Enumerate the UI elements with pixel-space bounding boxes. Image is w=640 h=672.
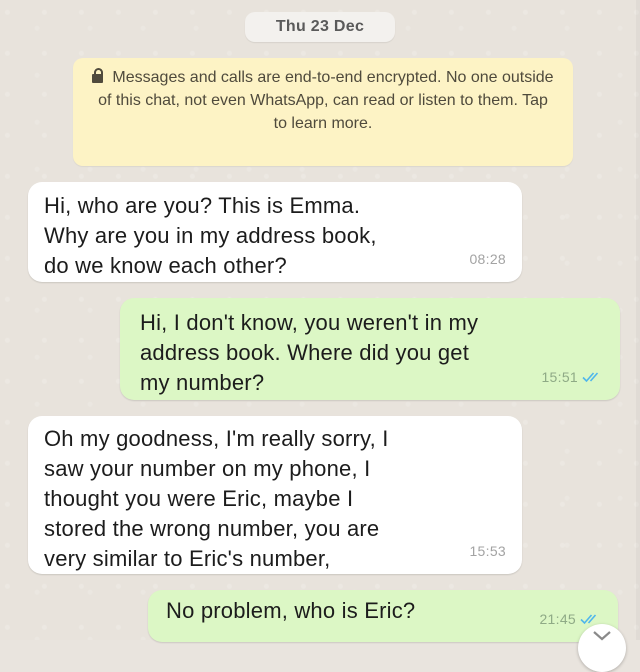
message-bubble-incoming[interactable]: Oh my goodness, I'm really sorry, I saw … — [28, 416, 522, 574]
message-time: 15:53 — [469, 543, 506, 559]
chevron-down-icon — [593, 631, 611, 641]
message-meta: 08:28 — [469, 244, 506, 274]
encryption-notice-text: Messages and calls are end-to-end encryp… — [98, 69, 554, 132]
message-text: Hi, who are you? This is Emma. Why are y… — [44, 193, 377, 278]
message-bubble-outgoing[interactable]: Hi, I don't know, you weren't in my addr… — [120, 298, 620, 400]
scrollbar-track[interactable] — [636, 0, 640, 640]
message-meta: 15:51 — [541, 362, 604, 392]
message-text: No problem, who is Eric? — [166, 598, 416, 623]
message-meta: 15:53 — [469, 536, 506, 566]
message-text: Oh my goodness, I'm really sorry, I saw … — [44, 426, 389, 571]
message-text: Hi, I don't know, you weren't in my addr… — [140, 310, 479, 395]
double-check-icon — [582, 372, 599, 383]
date-separator: Thu 23 Dec — [245, 12, 395, 42]
message-time: 08:28 — [469, 251, 506, 267]
encryption-notice[interactable]: Messages and calls are end-to-end encryp… — [73, 58, 573, 166]
lock-icon — [92, 68, 104, 83]
message-time: 15:51 — [541, 369, 578, 385]
date-label: Thu 23 Dec — [275, 18, 365, 35]
scroll-down-button[interactable] — [578, 624, 626, 672]
message-time: 21:45 — [539, 611, 576, 627]
message-bubble-incoming[interactable]: Hi, who are you? This is Emma. Why are y… — [28, 182, 522, 282]
chat-window: Thu 23 Dec Messages and calls are end-to… — [0, 0, 640, 672]
message-bubble-outgoing[interactable]: No problem, who is Eric? 21:45 — [148, 590, 618, 642]
